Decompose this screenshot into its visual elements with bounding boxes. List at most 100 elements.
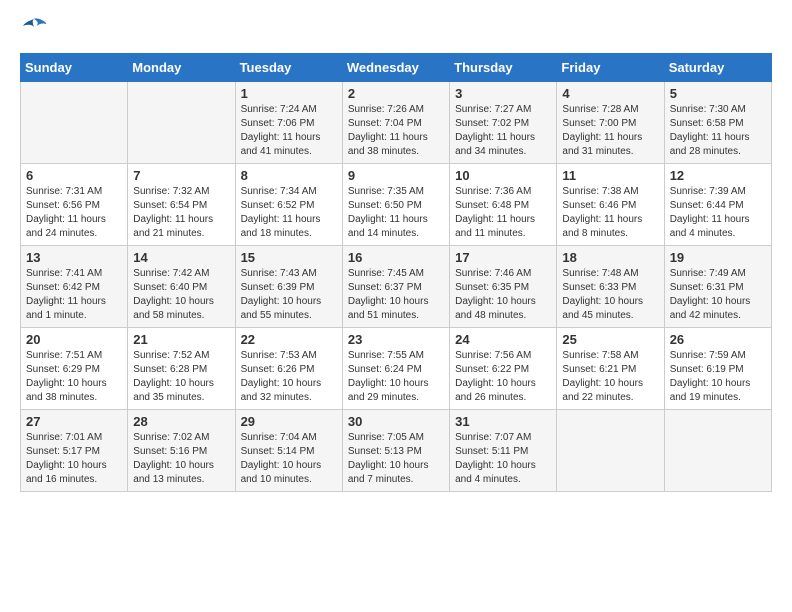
calendar-cell <box>557 410 664 492</box>
cell-content: Daylight: 10 hours and 55 minutes. <box>241 295 337 323</box>
cell-content: Sunrise: 7:05 AM <box>348 431 444 445</box>
cell-content: Daylight: 10 hours and 32 minutes. <box>241 377 337 405</box>
cell-content: Daylight: 10 hours and 19 minutes. <box>670 377 766 405</box>
cell-content: Sunrise: 7:59 AM <box>670 349 766 363</box>
cell-content: Sunrise: 7:04 AM <box>241 431 337 445</box>
day-number: 3 <box>455 86 551 101</box>
cell-content: Sunset: 6:50 PM <box>348 199 444 213</box>
calendar-table: SundayMondayTuesdayWednesdayThursdayFrid… <box>20 53 772 492</box>
cell-content: Sunrise: 7:42 AM <box>133 267 229 281</box>
logo <box>20 16 50 43</box>
cell-content: Daylight: 10 hours and 42 minutes. <box>670 295 766 323</box>
day-number: 26 <box>670 332 766 347</box>
calendar-cell: 1Sunrise: 7:24 AMSunset: 7:06 PMDaylight… <box>235 82 342 164</box>
cell-content: Sunrise: 7:32 AM <box>133 185 229 199</box>
cell-content: Sunrise: 7:43 AM <box>241 267 337 281</box>
cell-content: Sunrise: 7:56 AM <box>455 349 551 363</box>
cell-content: Sunrise: 7:31 AM <box>26 185 122 199</box>
cell-content: Sunset: 5:11 PM <box>455 445 551 459</box>
cell-content: Sunrise: 7:55 AM <box>348 349 444 363</box>
cell-content: Sunset: 6:44 PM <box>670 199 766 213</box>
day-number: 4 <box>562 86 658 101</box>
cell-content: Sunrise: 7:45 AM <box>348 267 444 281</box>
cell-content: Daylight: 10 hours and 7 minutes. <box>348 459 444 487</box>
calendar-week-row: 27Sunrise: 7:01 AMSunset: 5:17 PMDayligh… <box>21 410 772 492</box>
cell-content: Sunrise: 7:35 AM <box>348 185 444 199</box>
calendar-cell: 16Sunrise: 7:45 AMSunset: 6:37 PMDayligh… <box>342 246 449 328</box>
calendar-week-row: 13Sunrise: 7:41 AMSunset: 6:42 PMDayligh… <box>21 246 772 328</box>
calendar-cell: 9Sunrise: 7:35 AMSunset: 6:50 PMDaylight… <box>342 164 449 246</box>
cell-content: Daylight: 11 hours and 21 minutes. <box>133 213 229 241</box>
day-number: 16 <box>348 250 444 265</box>
calendar-cell: 10Sunrise: 7:36 AMSunset: 6:48 PMDayligh… <box>450 164 557 246</box>
cell-content: Sunset: 5:14 PM <box>241 445 337 459</box>
weekday-header: Thursday <box>450 54 557 82</box>
cell-content: Sunset: 6:48 PM <box>455 199 551 213</box>
cell-content: Sunrise: 7:34 AM <box>241 185 337 199</box>
weekday-header: Friday <box>557 54 664 82</box>
calendar-cell: 30 Sunrise: 7:05 AMSunset: 5:13 PMDayligh… <box>342 410 449 492</box>
cell-content: Daylight: 10 hours and 58 minutes. <box>133 295 229 323</box>
calendar-cell: 14Sunrise: 7:42 AMSunset: 6:40 PMDayligh… <box>128 246 235 328</box>
cell-content: Daylight: 11 hours and 34 minutes. <box>455 131 551 159</box>
cell-content: Daylight: 11 hours and 38 minutes. <box>348 131 444 159</box>
cell-content: Daylight: 11 hours and 24 minutes. <box>26 213 122 241</box>
calendar-cell: 21Sunrise: 7:52 AMSunset: 6:28 PMDayligh… <box>128 328 235 410</box>
cell-content: Sunrise: 7:58 AM <box>562 349 658 363</box>
cell-content: Sunset: 6:24 PM <box>348 363 444 377</box>
day-number: 29 <box>241 414 337 429</box>
calendar-cell: 3Sunrise: 7:27 AMSunset: 7:02 PMDaylight… <box>450 82 557 164</box>
calendar-cell: 5Sunrise: 7:30 AMSunset: 6:58 PMDaylight… <box>664 82 771 164</box>
day-number: 7 <box>133 168 229 183</box>
cell-content: Sunrise: 7:46 AM <box>455 267 551 281</box>
day-number: 31 <box>455 414 551 429</box>
day-number: 21 <box>133 332 229 347</box>
cell-content: Sunrise: 7:24 AM <box>241 103 337 117</box>
cell-content: Daylight: 11 hours and 4 minutes. <box>670 213 766 241</box>
page-header <box>20 16 772 43</box>
calendar-cell: 2 Sunrise: 7:26 AMSunset: 7:04 PMDaylight… <box>342 82 449 164</box>
cell-content: Sunset: 7:04 PM <box>348 117 444 131</box>
calendar-cell: 22Sunrise: 7:53 AMSunset: 6:26 PMDayligh… <box>235 328 342 410</box>
day-number: 18 <box>562 250 658 265</box>
cell-content: Sunrise: 7:41 AM <box>26 267 122 281</box>
cell-content: Sunset: 6:31 PM <box>670 281 766 295</box>
cell-content: Sunset: 6:28 PM <box>133 363 229 377</box>
cell-content: Sunrise: 7:02 AM <box>133 431 229 445</box>
day-number: 2 <box>348 86 444 101</box>
day-number: 23 <box>348 332 444 347</box>
calendar-cell: 7Sunrise: 7:32 AMSunset: 6:54 PMDaylight… <box>128 164 235 246</box>
cell-content: Daylight: 10 hours and 48 minutes. <box>455 295 551 323</box>
day-number: 1 <box>241 86 337 101</box>
day-number: 10 <box>455 168 551 183</box>
cell-content: Sunset: 6:46 PM <box>562 199 658 213</box>
cell-content: Sunset: 6:19 PM <box>670 363 766 377</box>
cell-content: Sunrise: 7:53 AM <box>241 349 337 363</box>
calendar-cell: 4Sunrise: 7:28 AMSunset: 7:00 PMDaylight… <box>557 82 664 164</box>
cell-content: Daylight: 10 hours and 38 minutes. <box>26 377 122 405</box>
calendar-cell: 11Sunrise: 7:38 AMSunset: 6:46 PMDayligh… <box>557 164 664 246</box>
cell-content: Sunset: 6:35 PM <box>455 281 551 295</box>
cell-content: Sunrise: 7:30 AM <box>670 103 766 117</box>
cell-content: Sunrise: 7:48 AM <box>562 267 658 281</box>
cell-content: Sunrise: 7:27 AM <box>455 103 551 117</box>
cell-content: Sunrise: 7:49 AM <box>670 267 766 281</box>
cell-content: Sunset: 5:17 PM <box>26 445 122 459</box>
day-number: 30 <box>348 414 444 429</box>
calendar-week-row: 6Sunrise: 7:31 AMSunset: 6:56 PMDaylight… <box>21 164 772 246</box>
day-number: 17 <box>455 250 551 265</box>
cell-content: Daylight: 11 hours and 31 minutes. <box>562 131 658 159</box>
calendar-cell: 28Sunrise: 7:02 AMSunset: 5:16 PMDayligh… <box>128 410 235 492</box>
cell-content: Sunrise: 7:28 AM <box>562 103 658 117</box>
cell-content: Sunrise: 7:51 AM <box>26 349 122 363</box>
day-number: 25 <box>562 332 658 347</box>
calendar-cell: 23Sunrise: 7:55 AMSunset: 6:24 PMDayligh… <box>342 328 449 410</box>
calendar-cell: 25Sunrise: 7:58 AMSunset: 6:21 PMDayligh… <box>557 328 664 410</box>
cell-content: Sunset: 5:13 PM <box>348 445 444 459</box>
cell-content: Daylight: 10 hours and 10 minutes. <box>241 459 337 487</box>
cell-content: Sunrise: 7:26 AM <box>348 103 444 117</box>
calendar-header-row: SundayMondayTuesdayWednesdayThursdayFrid… <box>21 54 772 82</box>
day-number: 5 <box>670 86 766 101</box>
cell-content: Sunset: 5:16 PM <box>133 445 229 459</box>
calendar-cell: 8Sunrise: 7:34 AMSunset: 6:52 PMDaylight… <box>235 164 342 246</box>
